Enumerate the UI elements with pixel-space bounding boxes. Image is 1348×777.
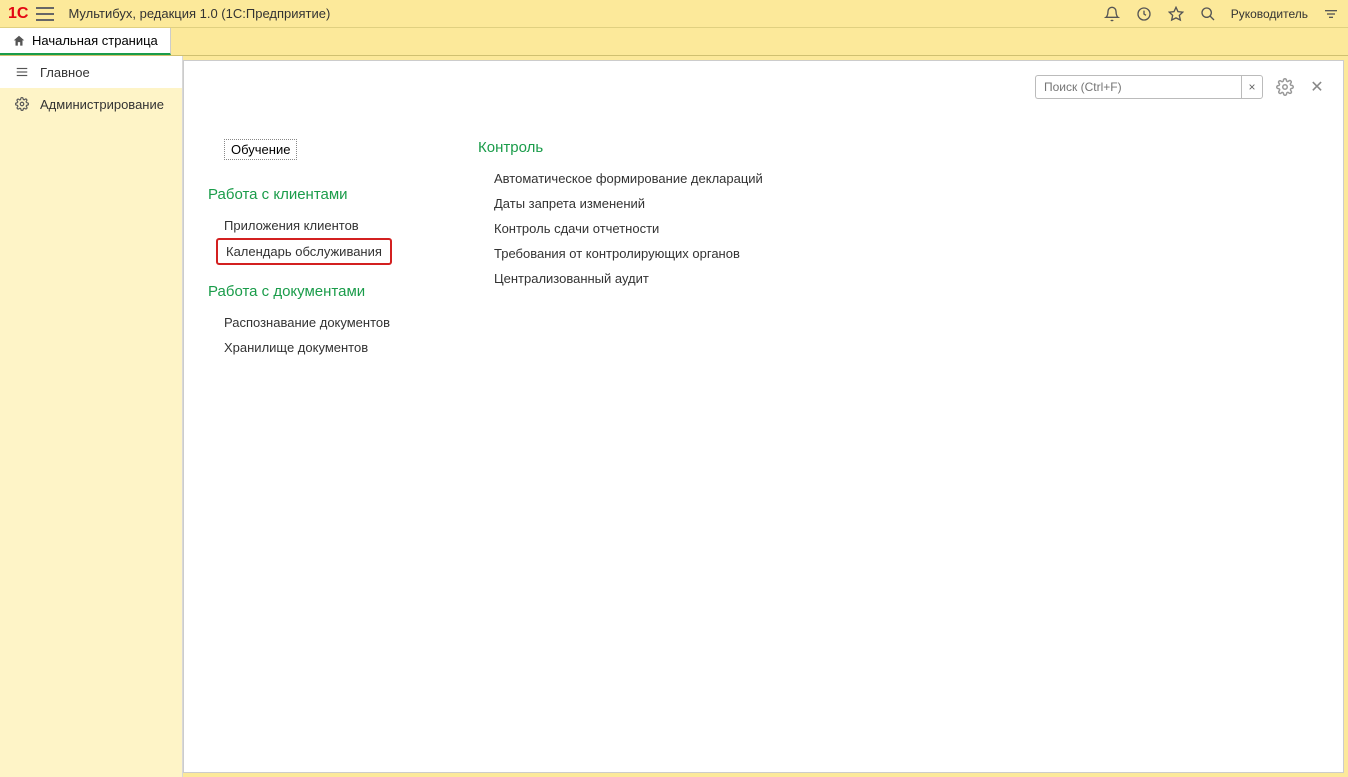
link-requirements[interactable]: Требования от контролирующих органов	[478, 241, 763, 266]
settings-icon[interactable]	[1275, 77, 1295, 97]
link-service-calendar[interactable]: Календарь обслуживания	[216, 238, 392, 265]
sidebar-item-main[interactable]: Главное	[0, 56, 182, 88]
user-name[interactable]: Руководитель	[1231, 7, 1308, 21]
main-menu-icon[interactable]	[36, 7, 54, 21]
tab-home-label: Начальная страница	[32, 33, 158, 48]
section-docs: Работа с документами	[208, 283, 408, 300]
app-logo: 1С	[8, 5, 28, 23]
link-doc-storage[interactable]: Хранилище документов	[208, 335, 408, 360]
window-title: Мультибух, редакция 1.0 (1С:Предприятие)	[68, 6, 1102, 21]
bell-icon[interactable]	[1103, 5, 1121, 23]
link-client-apps[interactable]: Приложения клиентов	[208, 213, 408, 238]
link-central-audit[interactable]: Централизованный аудит	[478, 266, 763, 291]
close-icon[interactable]: ✕	[1307, 77, 1327, 97]
training-button[interactable]: Обучение	[224, 139, 297, 160]
tabbar: Начальная страница	[0, 28, 1348, 56]
link-change-dates[interactable]: Даты запрета изменений	[478, 191, 763, 216]
history-icon[interactable]	[1135, 5, 1153, 23]
hamburger-icon	[14, 64, 30, 80]
sidebar-admin-label: Администрирование	[40, 97, 164, 112]
section-control: Контроль	[478, 139, 763, 156]
sidebar-main-label: Главное	[40, 65, 90, 80]
search-clear-button[interactable]: ×	[1241, 75, 1263, 99]
home-icon	[12, 34, 26, 48]
panel-toggle-icon[interactable]	[1322, 5, 1340, 23]
link-reporting-control[interactable]: Контроль сдачи отчетности	[478, 216, 763, 241]
section-clients: Работа с клиентами	[208, 186, 408, 203]
tab-home[interactable]: Начальная страница	[0, 28, 171, 55]
link-doc-recognition[interactable]: Распознавание документов	[208, 310, 408, 335]
link-auto-declarations[interactable]: Автоматическое формирование деклараций	[478, 166, 763, 191]
star-icon[interactable]	[1167, 5, 1185, 23]
sidebar: Главное Администрирование	[0, 56, 183, 777]
search-input[interactable]	[1035, 75, 1241, 99]
sidebar-item-admin[interactable]: Администрирование	[0, 88, 182, 120]
content-panel: × ✕ Обучение Работа с клиентами Приложен…	[183, 60, 1344, 773]
search-icon[interactable]	[1199, 5, 1217, 23]
gear-icon	[14, 96, 30, 112]
titlebar: 1С Мультибух, редакция 1.0 (1С:Предприят…	[0, 0, 1348, 28]
